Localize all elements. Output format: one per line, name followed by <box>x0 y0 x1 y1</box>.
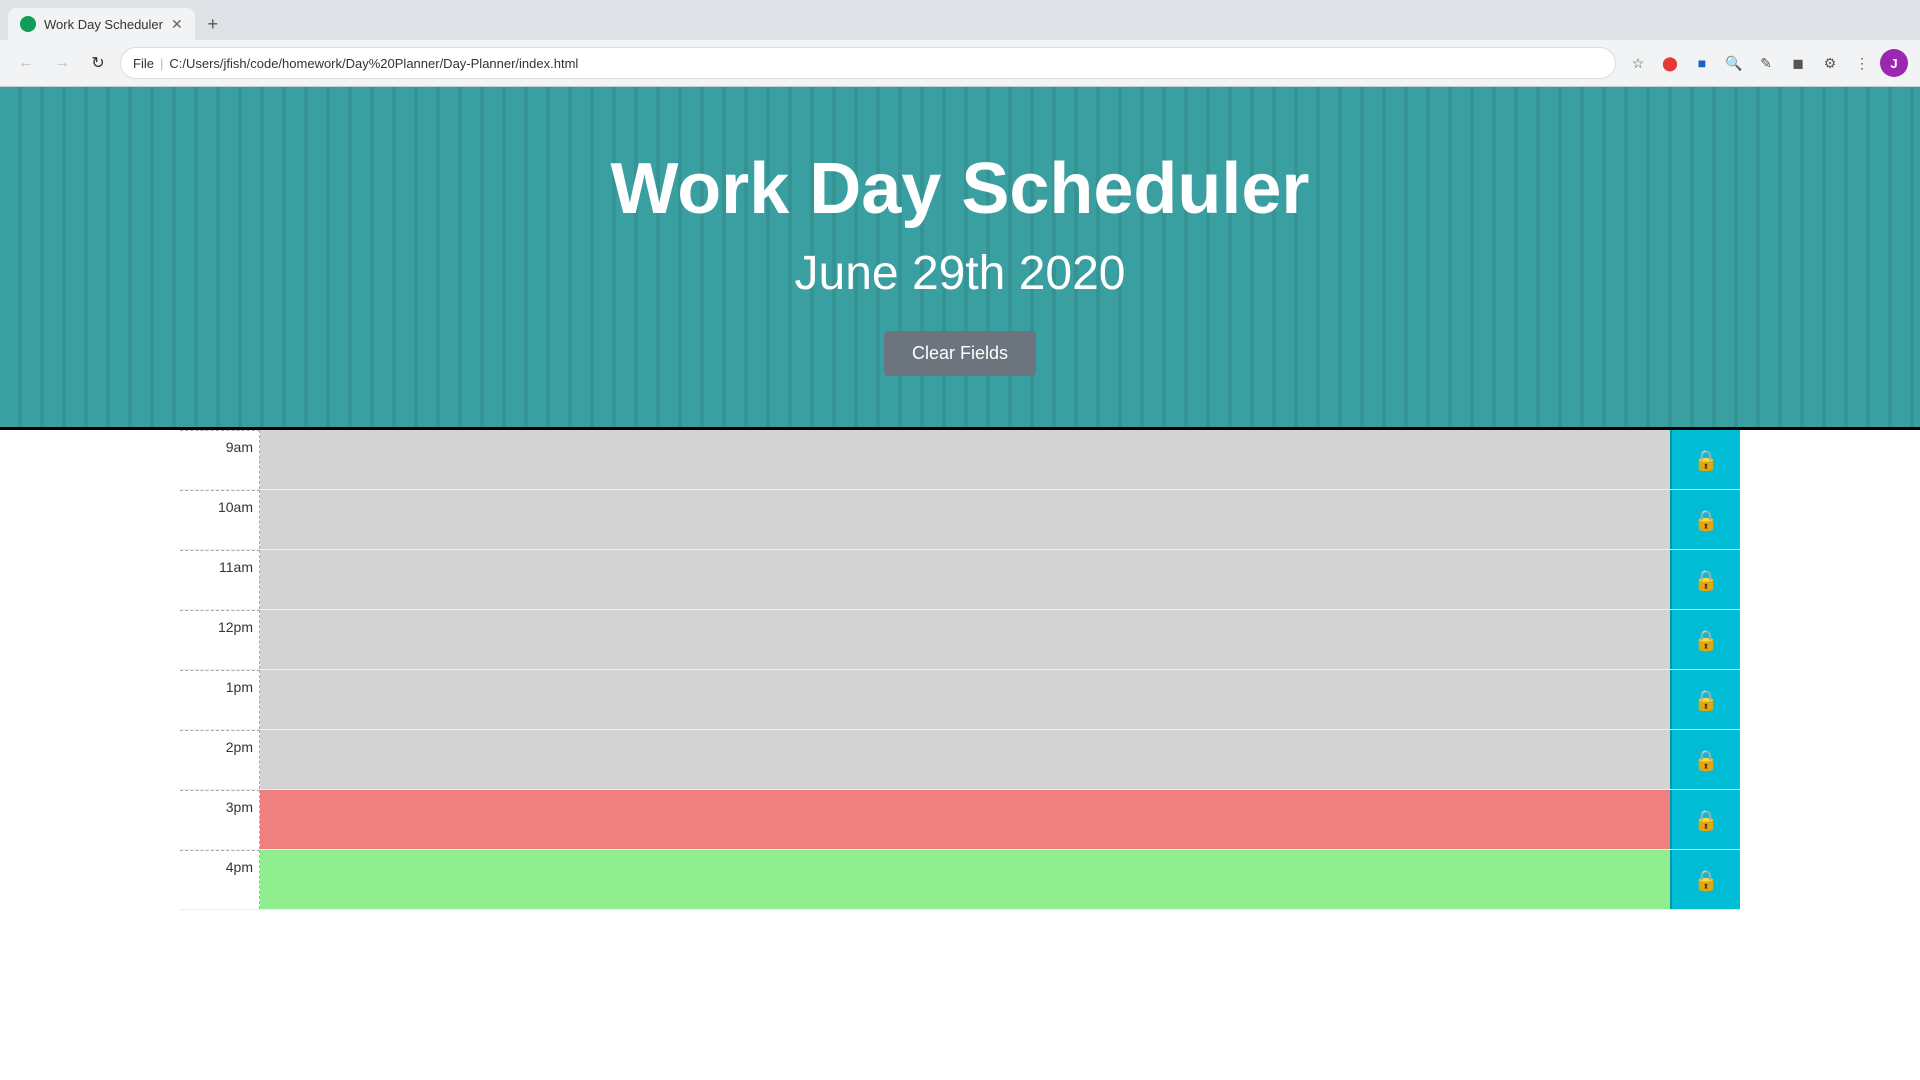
save-button-2pm[interactable] <box>1670 730 1740 789</box>
scheduler: 9am10am11am12pm1pm2pm3pm4pm <box>0 427 1920 910</box>
save-button-1pm[interactable] <box>1670 670 1740 729</box>
page-date: June 29th 2020 <box>795 246 1126 301</box>
address-bar[interactable]: File | C:/Users/jfish/code/homework/Day%… <box>120 47 1616 79</box>
time-label-9am: 9am <box>180 430 260 489</box>
tab-new-button[interactable]: + <box>199 10 227 38</box>
menu-icon[interactable]: ⋮ <box>1848 49 1876 77</box>
lock-icon <box>1694 567 1719 593</box>
nav-back-button[interactable]: ← <box>12 49 40 77</box>
save-button-3pm[interactable] <box>1670 790 1740 849</box>
page-header: Work Day Scheduler June 29th 2020 Clear … <box>0 87 1920 427</box>
time-input-12pm[interactable] <box>260 610 1670 669</box>
time-block-4pm: 4pm <box>180 850 1740 910</box>
time-label-10am: 10am <box>180 490 260 549</box>
time-block-2pm: 2pm <box>180 730 1740 790</box>
toolbar-icons: ☆ ⬤ ■ 🔍 ✎ ◼ ⚙ ⋮ J <box>1624 49 1908 77</box>
tab-close-button[interactable]: ✕ <box>171 16 183 33</box>
lock-icon <box>1694 627 1719 653</box>
cast-icon[interactable]: ◼ <box>1784 49 1812 77</box>
profile-avatar[interactable]: J <box>1880 49 1908 77</box>
time-label-11am: 11am <box>180 550 260 609</box>
time-input-1pm[interactable] <box>260 670 1670 729</box>
time-input-3pm[interactable] <box>260 790 1670 849</box>
time-label-1pm: 1pm <box>180 670 260 729</box>
nav-forward-button[interactable]: → <box>48 49 76 77</box>
save-button-12pm[interactable] <box>1670 610 1740 669</box>
time-input-11am[interactable] <box>260 550 1670 609</box>
save-button-9am[interactable] <box>1670 430 1740 489</box>
save-button-11am[interactable] <box>1670 550 1740 609</box>
extension-icon-red[interactable]: ⬤ <box>1656 49 1684 77</box>
time-label-12pm: 12pm <box>180 610 260 669</box>
time-block-11am: 11am <box>180 550 1740 610</box>
time-block-1pm: 1pm <box>180 670 1740 730</box>
time-block-9am: 9am <box>180 430 1740 490</box>
address-bar-row: ← → ↻ File | C:/Users/jfish/code/homewor… <box>0 40 1920 86</box>
nav-refresh-button[interactable]: ↻ <box>84 49 112 77</box>
time-block-12pm: 12pm <box>180 610 1740 670</box>
address-text: C:/Users/jfish/code/homework/Day%20Plann… <box>169 56 1603 71</box>
clear-fields-button[interactable]: Clear Fields <box>884 331 1036 376</box>
lock-icon <box>1694 747 1719 773</box>
time-input-2pm[interactable] <box>260 730 1670 789</box>
lock-icon <box>1694 507 1719 533</box>
star-icon[interactable]: ☆ <box>1624 49 1652 77</box>
save-button-4pm[interactable] <box>1670 850 1740 909</box>
time-label-2pm: 2pm <box>180 730 260 789</box>
extension-icon-blue[interactable]: ■ <box>1688 49 1716 77</box>
time-block-10am: 10am <box>180 490 1740 550</box>
time-block-3pm: 3pm <box>180 790 1740 850</box>
time-label-3pm: 3pm <box>180 790 260 849</box>
tab-favicon <box>20 16 36 32</box>
tab-bar: Work Day Scheduler ✕ + <box>0 0 1920 40</box>
lock-icon <box>1694 867 1719 893</box>
edit-icon[interactable]: ✎ <box>1752 49 1780 77</box>
lock-icon <box>1694 687 1719 713</box>
tab-item[interactable]: Work Day Scheduler ✕ <box>8 8 195 40</box>
page-title: Work Day Scheduler <box>611 148 1310 230</box>
settings-icon[interactable]: ⚙ <box>1816 49 1844 77</box>
lock-icon <box>1694 807 1719 833</box>
file-protocol-label: File <box>133 56 154 71</box>
save-button-10am[interactable] <box>1670 490 1740 549</box>
time-label-4pm: 4pm <box>180 850 260 909</box>
tab-title: Work Day Scheduler <box>44 17 163 32</box>
time-input-10am[interactable] <box>260 490 1670 549</box>
time-input-4pm[interactable] <box>260 850 1670 909</box>
search-icon[interactable]: 🔍 <box>1720 49 1748 77</box>
lock-icon <box>1694 447 1719 473</box>
browser-chrome: Work Day Scheduler ✕ + ← → ↻ File | C:/U… <box>0 0 1920 87</box>
time-input-9am[interactable] <box>260 430 1670 489</box>
